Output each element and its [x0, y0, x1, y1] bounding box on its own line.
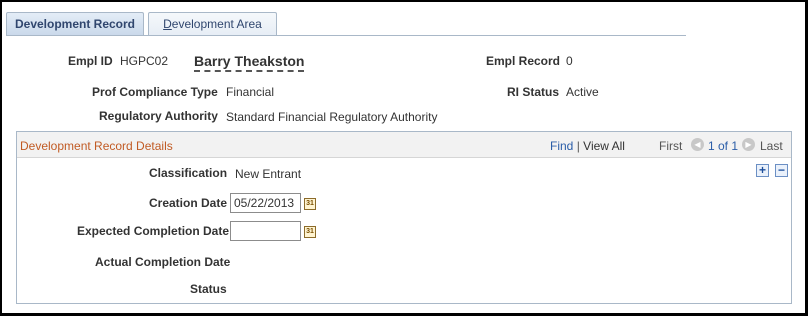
nav-separator: |	[576, 139, 580, 153]
empl-id-value: HGPC02	[120, 54, 169, 68]
creation-date-label: Creation Date	[149, 196, 228, 210]
section-title: Development Record Details	[20, 139, 173, 153]
empl-id-label: Empl ID	[68, 54, 113, 68]
classification-label: Classification	[149, 166, 228, 180]
find-link[interactable]: Find	[550, 139, 573, 153]
tab-development-area-label: evelopment Area	[171, 17, 262, 31]
development-record-details-section: Development Record Details Find | View A…	[16, 131, 792, 304]
prof-compliance-value: Financial	[226, 85, 275, 99]
prof-compliance-label: Prof Compliance Type	[92, 85, 218, 99]
regulatory-authority-value: Standard Financial Regulatory Authority	[226, 110, 438, 124]
classification-value: New Entrant	[235, 167, 302, 181]
row-range: 1 of 1	[708, 139, 739, 153]
ri-status-label: RI Status	[507, 85, 560, 99]
delete-row-button[interactable]: −	[775, 164, 788, 177]
calendar-icon[interactable]: 31	[304, 198, 316, 210]
ri-status-value: Active	[566, 85, 599, 99]
add-row-button[interactable]: +	[756, 164, 769, 177]
calendar-icon[interactable]: 31	[304, 226, 316, 238]
find-view-all: Find | View All	[550, 139, 625, 153]
view-all-link[interactable]: View All	[583, 139, 625, 153]
creation-date-input[interactable]	[230, 193, 301, 213]
status-label: Status	[190, 282, 227, 296]
tab-development-record[interactable]: Development Record	[6, 12, 144, 36]
actual-completion-date-label: Actual Completion Date	[95, 255, 231, 269]
tab-divider	[6, 35, 686, 36]
expected-completion-date-label: Expected Completion Date	[77, 224, 230, 238]
regulatory-authority-label: Regulatory Authority	[99, 109, 218, 123]
first-link[interactable]: First	[659, 139, 682, 153]
last-link[interactable]: Last	[760, 139, 783, 153]
section-header: Development Record Details Find | View A…	[17, 132, 791, 158]
empl-record-label: Empl Record	[486, 54, 561, 68]
empl-record-value: 0	[566, 54, 573, 68]
previous-arrow-icon[interactable]: ◀	[691, 138, 704, 151]
employee-name: Barry Theakston	[194, 53, 305, 72]
tab-development-area-accesskey: D	[163, 17, 172, 31]
tab-development-area[interactable]: Development Area	[148, 12, 277, 36]
next-arrow-icon[interactable]: ▶	[742, 138, 755, 151]
expected-completion-date-input[interactable]	[230, 221, 301, 241]
